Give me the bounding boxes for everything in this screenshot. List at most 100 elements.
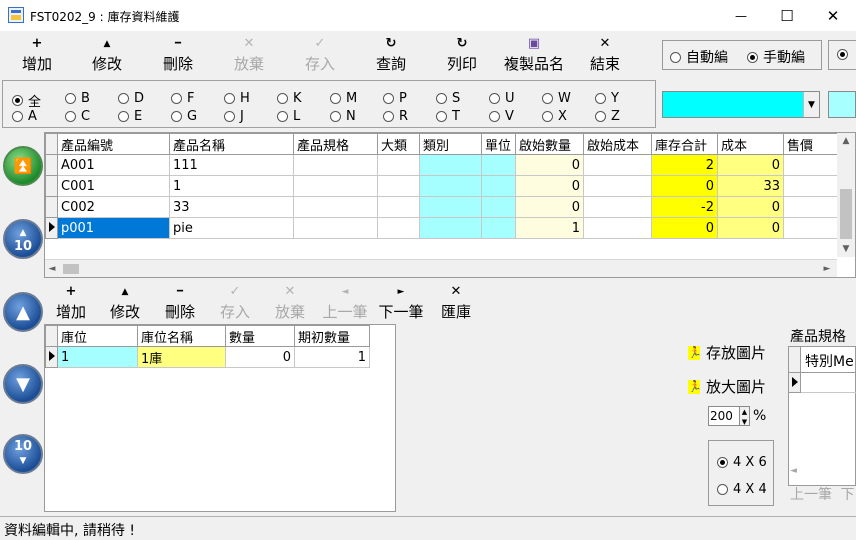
column-header[interactable]: 產品規格 [293,133,378,155]
table-row[interactable]: C002 33 0 -2 0 [45,196,844,218]
location-add-button[interactable]: + 增加 [52,283,90,323]
location-edit-button[interactable]: ▲ 修改 [106,283,144,323]
letter-radio-S[interactable]: S [436,91,460,106]
table-row[interactable]: p001 pie 1 0 0 [45,217,844,239]
cell-price[interactable] [783,217,844,239]
table-row[interactable]: 1 1庫 0 1 [45,346,370,368]
scroll-right-icon[interactable]: ► [820,261,834,277]
scroll-down-icon[interactable]: ▼ [837,241,855,257]
cell-cat[interactable] [419,154,482,176]
cell-spec[interactable] [293,154,378,176]
chevron-down-icon[interactable]: ▼ [803,92,819,117]
cell-price[interactable] [783,175,844,197]
extra-option-radio[interactable] [837,49,853,60]
letter-radio-Z[interactable]: Z [595,109,620,124]
first-record-button[interactable]: ⏫ [3,146,43,186]
cell-cat[interactable] [419,196,482,218]
letter-radio-U[interactable]: U [489,91,515,106]
grid-4x4-radio[interactable]: 4 X 4 [717,482,767,497]
cell-name[interactable]: 111 [169,154,294,176]
letter-radio-V[interactable]: V [489,109,514,124]
edit-button[interactable]: ▲ 修改 [88,35,126,75]
transfer-button[interactable]: ✕ 匯庫 [437,283,475,323]
column-header[interactable]: 啟始數量 [515,133,584,155]
zoom-input[interactable]: 200 [708,406,740,426]
scroll-thumb[interactable] [840,189,852,239]
cell-stock_total[interactable]: 0 [651,217,718,239]
maximize-button[interactable]: ☐ [764,0,810,31]
letter-radio-R[interactable]: R [383,109,408,124]
cell-loc[interactable]: 1 [57,346,138,368]
cell-start_cost[interactable] [583,217,652,239]
letter-radio-G[interactable]: G [171,109,197,124]
delete-button[interactable]: ━ 刪除 [159,35,197,75]
prev-record-button[interactable]: ▲ [3,292,43,332]
column-header[interactable]: 庫位名稱 [137,325,226,347]
letter-radio-T[interactable]: T [436,109,460,124]
manual-number-radio[interactable]: 手動編 [747,47,805,67]
table-row[interactable]: A001 111 0 2 0 [45,154,844,176]
cell-unit[interactable] [481,175,516,197]
letter-radio-F[interactable]: F [171,91,194,106]
letter-radio-C[interactable]: C [65,109,90,124]
letter-radio-H[interactable]: H [224,91,250,106]
cell-start_cost[interactable] [583,196,652,218]
store-image-button[interactable]: 🏃 存放圖片 [688,342,766,363]
close-button[interactable]: ✕ [810,0,856,31]
discard-button[interactable]: ✕ 放棄 [230,35,268,75]
spec-cell[interactable] [801,373,856,393]
exit-button[interactable]: ✕ 結束 [586,35,624,75]
auto-number-radio[interactable]: 自動編 [670,47,728,67]
cell-start_qty[interactable]: 1 [515,217,584,239]
save-button[interactable]: ✓ 存入 [301,35,339,75]
cell-cat[interactable] [419,217,482,239]
copy-name-button[interactable]: ▣ 複製品名 [500,35,568,75]
cell-start_qty[interactable]: 0 [515,196,584,218]
print-button[interactable]: ↻ 列印 [443,35,481,75]
cell-spec[interactable] [293,196,378,218]
letter-radio-E[interactable]: E [118,109,142,124]
prev-10-button[interactable]: ▲ 10 [3,219,43,259]
letter-radio-B[interactable]: B [65,91,90,106]
column-header[interactable]: 數量 [225,325,295,347]
cell-major[interactable] [377,196,420,218]
minimize-button[interactable]: — [718,0,764,31]
cell-code[interactable]: p001 [57,217,170,239]
letter-radio-J[interactable]: J [224,109,244,124]
cell-name[interactable]: 1 [169,175,294,197]
cell-major[interactable] [377,175,420,197]
filter-input[interactable] [828,91,856,118]
cell-unit[interactable] [481,154,516,176]
cell-stock_total[interactable]: -2 [651,196,718,218]
cell-cost[interactable]: 33 [717,175,784,197]
cell-cost[interactable]: 0 [717,217,784,239]
letter-radio-D[interactable]: D [118,91,144,106]
location-delete-button[interactable]: ━ 刪除 [161,283,199,323]
cell-stock_total[interactable]: 0 [651,175,718,197]
location-prev-button[interactable]: ◄ 上一筆 [320,283,370,323]
cell-start_qty[interactable]: 0 [515,154,584,176]
cell-major[interactable] [377,154,420,176]
column-header[interactable]: 啟始成本 [583,133,652,155]
cell-start_cost[interactable] [583,175,652,197]
cell-loc_name[interactable]: 1庫 [137,346,226,368]
cell-cat[interactable] [419,175,482,197]
column-header[interactable]: 庫位 [57,325,138,347]
next-10-button[interactable]: 10 ▼ [3,434,43,474]
cell-code[interactable]: A001 [57,154,170,176]
column-header[interactable]: 大類 [377,133,420,155]
enlarge-image-button[interactable]: 🏃 放大圖片 [688,376,766,397]
column-header[interactable]: 單位 [481,133,516,155]
cell-unit[interactable] [481,217,516,239]
letter-radio-K[interactable]: K [277,91,302,106]
letter-radio-A[interactable]: A [12,109,37,124]
cell-cost[interactable]: 0 [717,196,784,218]
column-header[interactable]: 產品名稱 [169,133,294,155]
column-header[interactable]: 售價 [783,133,844,155]
cell-name[interactable]: pie [169,217,294,239]
cell-init_qty[interactable]: 1 [294,346,370,368]
scroll-left-icon[interactable]: ◄ [45,261,59,277]
cell-code[interactable]: C001 [57,175,170,197]
cell-price[interactable] [783,196,844,218]
column-header[interactable]: 期初數量 [294,325,370,347]
